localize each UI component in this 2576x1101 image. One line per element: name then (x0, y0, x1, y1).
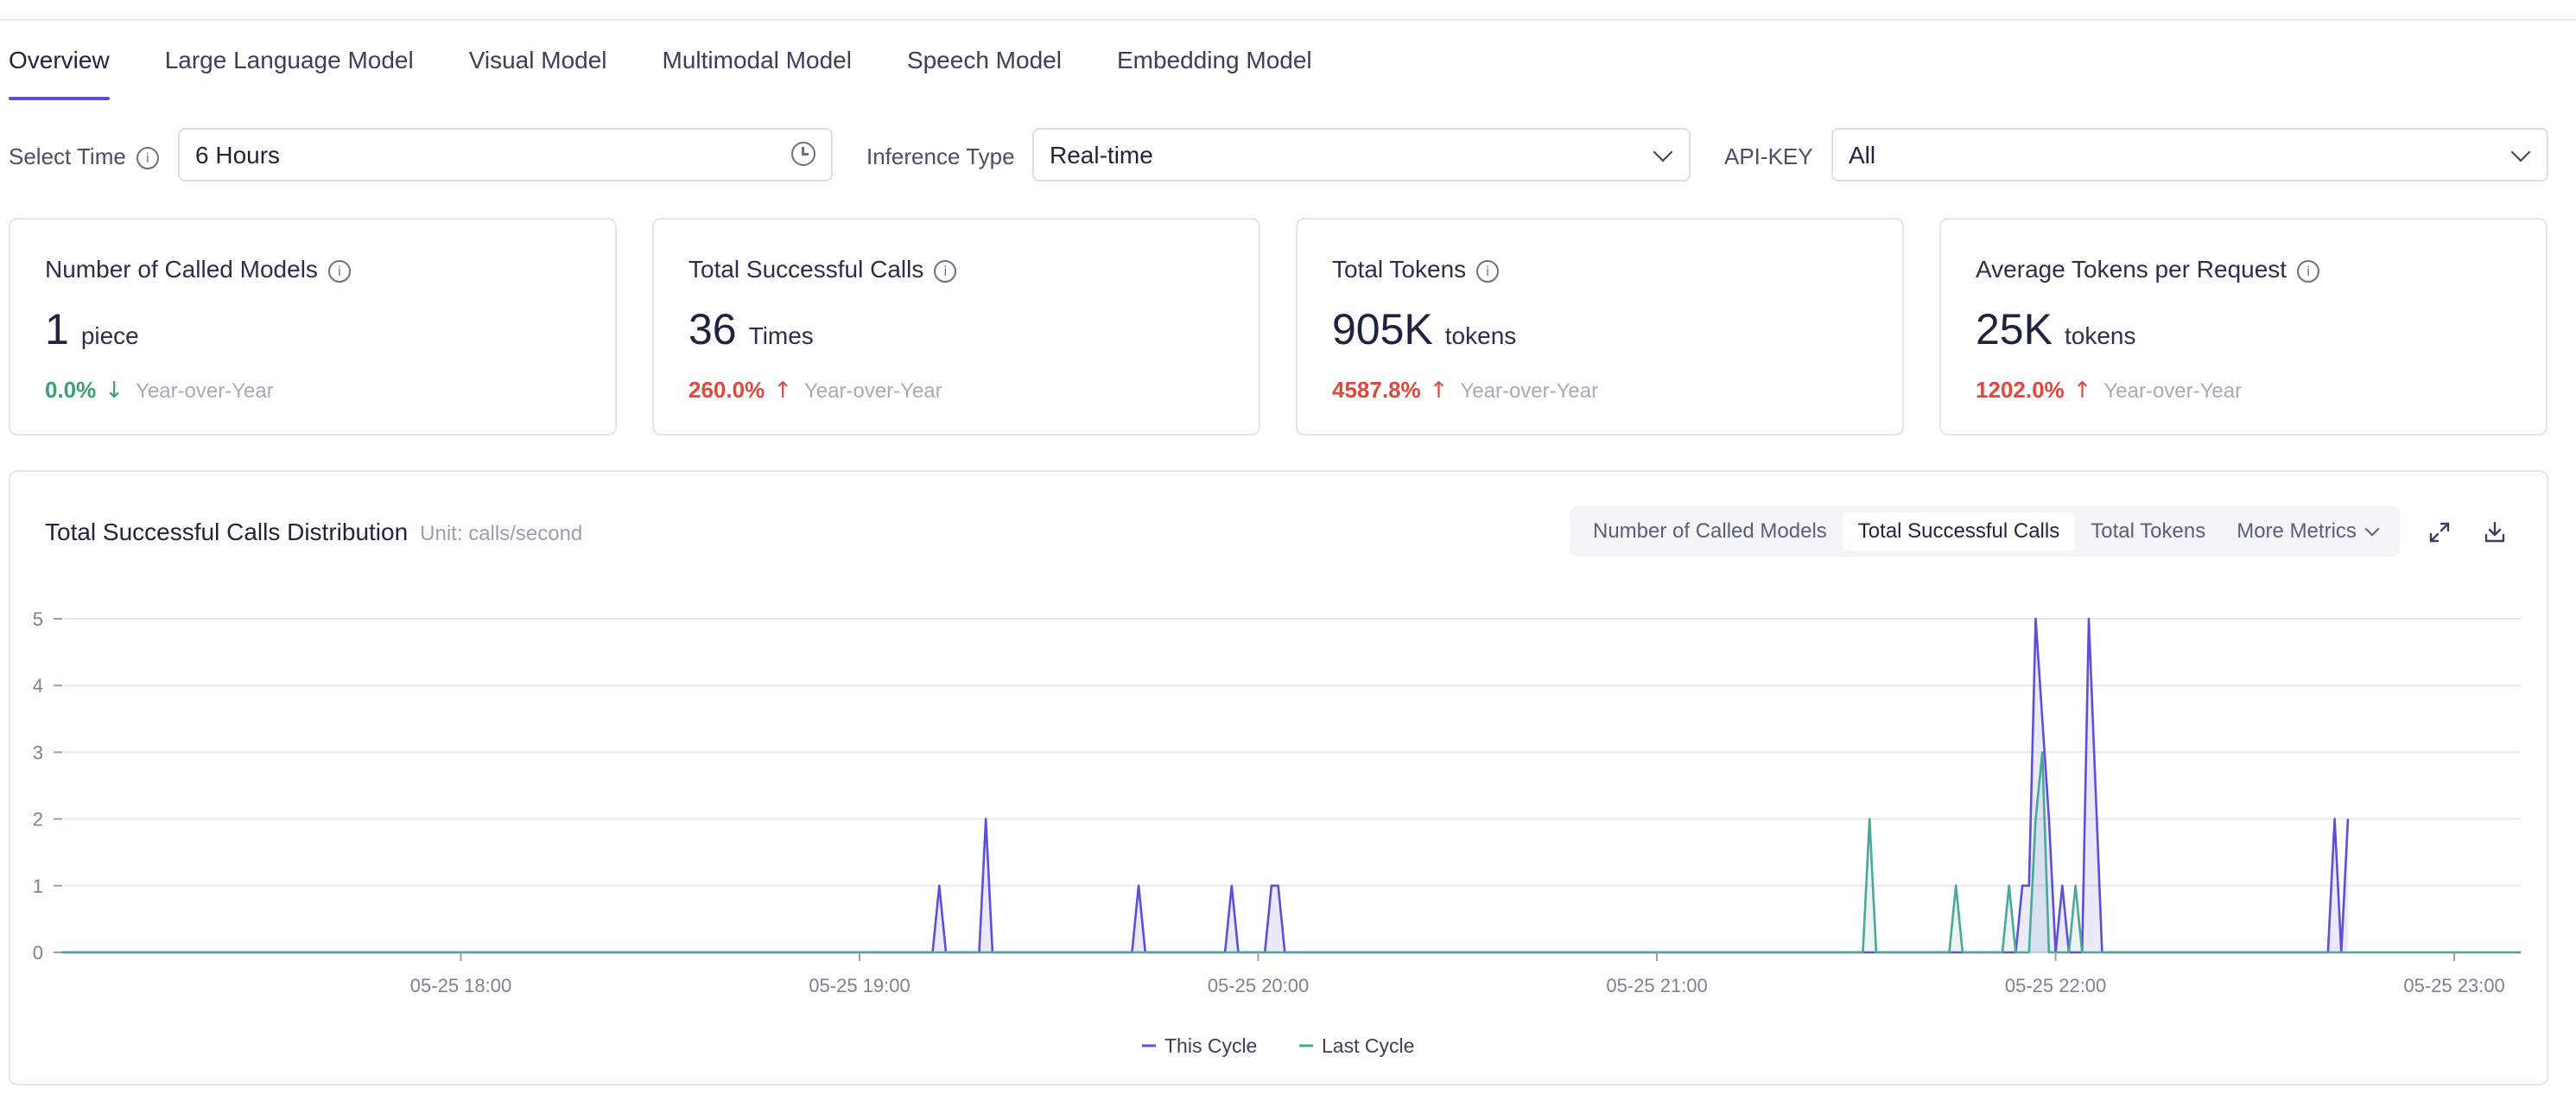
card-change: 0.0% ↓ Year-over-Year (45, 377, 274, 404)
api-key-select[interactable]: All (1831, 128, 2548, 181)
x-axis: 05-25 18:00 05-25 19:00 05-25 20:00 05-25 2… (410, 952, 2505, 996)
info-icon[interactable]: i (934, 259, 957, 283)
card-change: 260.0% ↑ Year-over-Year (688, 377, 942, 404)
card-number: 1 (45, 305, 69, 353)
time-select-value: 6 Hours (195, 142, 281, 169)
series-line-last-cycle (62, 751, 2521, 954)
change-percent: 260.0% (688, 377, 765, 403)
info-icon[interactable]: i (1476, 259, 1500, 283)
y-tick-label: 2 (33, 809, 43, 831)
change-percent: 1202.0% (1976, 377, 2065, 403)
stat-card-successful-calls: Total Successful Calls i 36 Times 260.0% ↑ Y… (652, 218, 1260, 436)
card-value: 25K tokens (1976, 304, 2135, 354)
compare-label: Year-over-Year (136, 379, 274, 403)
card-title: Number of Called Models i (45, 256, 351, 283)
card-unit: Times (748, 322, 814, 349)
clock-icon (791, 142, 815, 166)
arrow-down-icon: ↓ (105, 378, 124, 404)
chart-series (62, 617, 2521, 954)
compare-label: Year-over-Year (2103, 379, 2243, 403)
change-percent: 4587.8% (1332, 377, 1421, 403)
model-tabs: Overview Large Language Model Visual Mod… (0, 38, 1367, 100)
arrow-up-icon: ↑ (2072, 378, 2092, 404)
stat-card-called-models: Number of Called Models i 1 piece 0.0% ↓ Yea… (9, 218, 617, 436)
y-tick-label: 0 (33, 942, 43, 964)
series-area-this-cycle (62, 619, 2348, 952)
arrow-up-icon: ↑ (773, 378, 792, 404)
y-tick-label: 5 (33, 608, 43, 630)
inference-type-select[interactable]: Real-time (1032, 128, 1691, 181)
card-value: 905K tokens (1332, 304, 1516, 354)
y-tick-label: 4 (33, 675, 43, 697)
card-title-text: Total Tokens (1332, 256, 1467, 283)
series-area-last-cycle (62, 752, 2521, 952)
chevron-down-icon (2510, 142, 2531, 162)
top-divider (0, 0, 2576, 21)
tab-speech-model[interactable]: Speech Model (907, 38, 1062, 100)
info-icon[interactable]: i (136, 147, 159, 170)
chevron-down-icon (1653, 142, 1673, 162)
compare-label: Year-over-Year (1460, 379, 1599, 403)
tab-embedding-model[interactable]: Embedding Model (1117, 38, 1312, 100)
inference-type-value: Real-time (1050, 142, 1153, 169)
x-tick-label: 05-25 19:00 (809, 975, 910, 996)
arrow-up-icon: ↑ (1429, 378, 1449, 404)
card-title: Total Successful Calls i (688, 256, 957, 283)
compare-label: Year-over-Year (803, 379, 942, 403)
card-title-text: Number of Called Models (45, 256, 318, 283)
card-title: Total Tokens i (1332, 256, 1500, 283)
card-title: Average Tokens per Request i (1976, 256, 2320, 283)
distribution-panel: Total Successful Calls Distribution Unit:… (9, 470, 2548, 1085)
x-tick-label: 05-25 20:00 (1208, 975, 1309, 996)
y-tick-label: 3 (33, 741, 43, 763)
change-percent: 0.0% (45, 377, 97, 403)
legend-label: This Cycle (1164, 1034, 1257, 1057)
x-tick-label: 05-25 18:00 (410, 975, 511, 996)
card-change: 1202.0% ↑ Year-over-Year (1976, 377, 2242, 404)
series-line-this-cycle (62, 617, 2350, 954)
tab-multimodal-model[interactable]: Multimodal Model (663, 38, 852, 100)
info-icon[interactable]: i (2297, 259, 2320, 283)
select-time-text: Select Time (9, 143, 126, 169)
x-tick-label: 05-25 22:00 (2005, 975, 2106, 996)
card-number: 25K (1976, 305, 2053, 353)
card-value: 36 Times (688, 304, 814, 354)
card-number: 36 (688, 305, 737, 353)
stat-card-avg-tokens: Average Tokens per Request i 25K tokens 12… (1939, 218, 2547, 436)
x-tick-label: 05-25 21:00 (1606, 975, 1707, 996)
card-title-text: Total Successful Calls (688, 256, 924, 283)
time-select[interactable]: 6 Hours (178, 128, 833, 181)
info-icon[interactable]: i (327, 259, 351, 283)
select-time-label: Select Time i (9, 143, 159, 170)
legend-label: Last Cycle (1322, 1034, 1414, 1057)
tab-large-language-model[interactable]: Large Language Model (165, 38, 414, 100)
calls-distribution-chart: 0 1 2 3 4 5 05-25 18:00 05-25 19:00 05-25 20:00… (33, 608, 2521, 1057)
tab-visual-model[interactable]: Visual Model (469, 38, 607, 100)
stat-card-total-tokens: Total Tokens i 905K tokens 4587.8% ↑ Year-ov… (1296, 218, 1904, 436)
x-tick-label: 05-25 23:00 (2403, 975, 2504, 996)
card-value: 1 piece (45, 304, 139, 354)
card-unit: tokens (2064, 322, 2136, 349)
api-key-value: All (1849, 142, 1876, 169)
card-unit: piece (80, 322, 139, 349)
chart-legend: This Cycle Last Cycle (1142, 1034, 1414, 1057)
tab-overview[interactable]: Overview (9, 38, 110, 100)
api-key-label: API-KEY (1724, 143, 1813, 169)
card-number: 905K (1332, 305, 1433, 353)
card-change: 4587.8% ↑ Year-over-Year (1332, 377, 1598, 404)
inference-type-label: Inference Type (866, 143, 1015, 169)
y-tick-label: 1 (33, 875, 43, 897)
card-title-text: Average Tokens per Request (1976, 256, 2287, 283)
card-unit: tokens (1444, 322, 1517, 349)
